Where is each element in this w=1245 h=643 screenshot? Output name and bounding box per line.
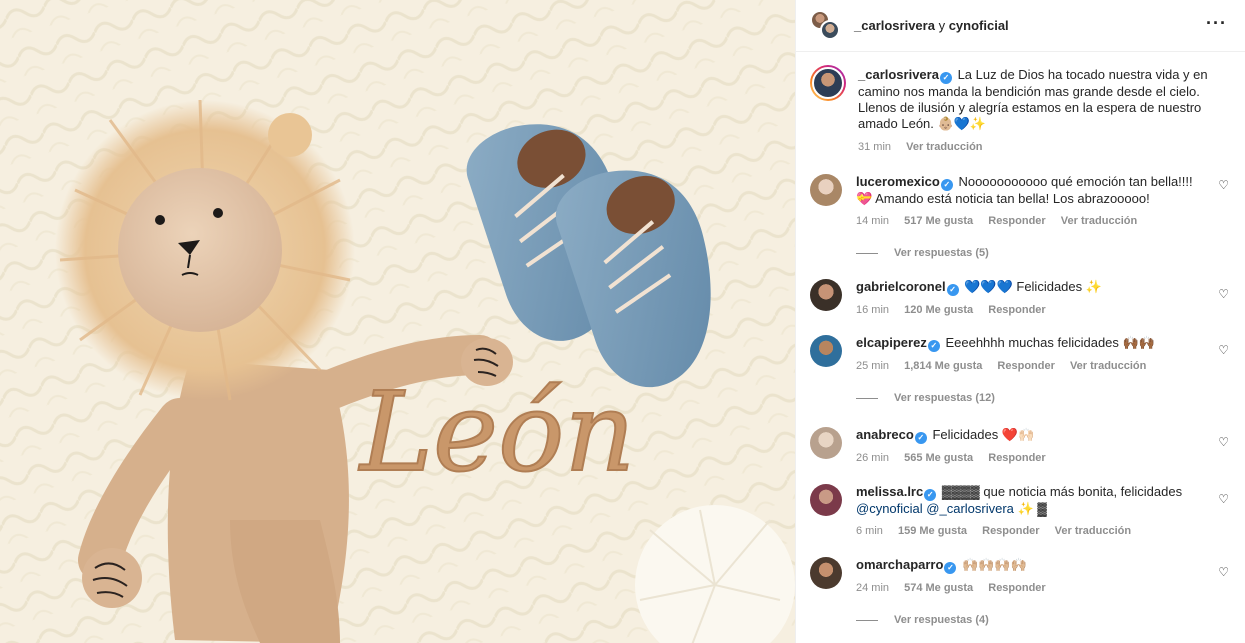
avatar[interactable] [810, 557, 842, 589]
avatar[interactable] [810, 427, 842, 459]
post-caption: _carlosrivera ✓ La Luz de Dios ha tocado … [810, 65, 1245, 153]
reply-button[interactable]: Responder [988, 582, 1045, 594]
comment-item: omarchaparro ✓ 🙌🏼🙌🏼🙌🏼🙌🏼 24 min 574 Me gus… [810, 557, 1245, 594]
caption-time[interactable]: 31 min [858, 141, 891, 153]
comment-likes[interactable]: 565 Me gusta [904, 452, 973, 464]
heart-icon[interactable]: ♡ [1218, 492, 1229, 506]
avatar[interactable] [810, 174, 842, 206]
collab-title: _carlosrivera y cynoficial [854, 18, 1009, 33]
comment-item: anabreco ✓ Felicidades ❤️🙌🏻 26 min 565 Me… [810, 427, 1245, 464]
comment-likes[interactable]: 517 Me gusta [904, 215, 973, 227]
comment-username[interactable]: omarchaparro [856, 557, 943, 572]
caption-username[interactable]: _carlosrivera [858, 67, 939, 82]
comment-text-end: ✨ ▓ [1017, 501, 1047, 516]
reply-button[interactable]: Responder [988, 452, 1045, 464]
comment-text: ▓▓▓▓ que noticia más bonita, felicidades [941, 484, 1183, 499]
comment-time[interactable]: 25 min [856, 360, 889, 372]
reply-button[interactable]: Responder [988, 304, 1045, 316]
header-username-1[interactable]: _carlosrivera [854, 18, 935, 33]
view-replies-label: Ver respuestas (12) [894, 392, 995, 404]
post-side-panel: _carlosrivera y cynoficial ··· _carlosri… [795, 0, 1245, 643]
comment-likes[interactable]: 1,814 Me gusta [904, 360, 982, 372]
avatar [812, 67, 844, 99]
embroidered-name: León [358, 368, 635, 496]
comment-item: elcapiperez ✓ Eeeehhhh muchas felicidades… [810, 335, 1245, 372]
comment-username[interactable]: melissa.lrc [856, 484, 923, 499]
comment-username[interactable]: luceromexico [856, 174, 940, 189]
view-replies[interactable]: Ver respuestas (12) [856, 392, 1245, 404]
verified-icon: ✓ [944, 562, 957, 574]
divider [856, 397, 878, 399]
comment-username[interactable]: anabreco [856, 427, 914, 442]
comment-text: 🙌🏼🙌🏼🙌🏼🙌🏼 [962, 557, 1027, 572]
avatar[interactable] [810, 279, 842, 311]
more-horizontal-icon[interactable]: ··· [1206, 14, 1227, 32]
translate-link[interactable]: Ver traducción [1070, 360, 1146, 372]
verified-icon: ✓ [927, 340, 940, 352]
collab-avatars[interactable] [810, 9, 842, 42]
comment-text: Felicidades ❤️🙌🏻 [932, 427, 1035, 442]
verified-icon: ✓ [946, 284, 959, 296]
header-joiner: y [938, 18, 946, 33]
comment-time[interactable]: 14 min [856, 215, 889, 227]
reply-button[interactable]: Responder [982, 525, 1039, 537]
header-username-2[interactable]: cynoficial [949, 18, 1009, 33]
divider [856, 252, 878, 254]
reply-button[interactable]: Responder [997, 360, 1054, 372]
verified-icon: ✓ [924, 489, 937, 501]
post-header: _carlosrivera y cynoficial ··· [796, 0, 1245, 52]
divider [856, 619, 878, 621]
avatar [820, 19, 840, 40]
avatar-story-ring[interactable] [810, 65, 846, 101]
comment-likes[interactable]: 159 Me gusta [898, 525, 967, 537]
comment-text: 💙💙💙 Felicidades ✨ [964, 279, 1102, 294]
heart-icon[interactable]: ♡ [1218, 178, 1229, 192]
comment-time[interactable]: 24 min [856, 582, 889, 594]
avatar[interactable] [810, 484, 842, 516]
translate-link[interactable]: Ver traducción [1055, 525, 1131, 537]
comment-time[interactable]: 26 min [856, 452, 889, 464]
heart-icon[interactable]: ♡ [1218, 565, 1229, 579]
avatar[interactable] [810, 335, 842, 367]
verified-icon: ✓ [914, 432, 927, 444]
comment-item: luceromexico ✓ Nooooooooooo qué emoción t… [810, 174, 1245, 227]
comment-likes[interactable]: 120 Me gusta [904, 304, 973, 316]
mention-link[interactable]: @_carlosrivera [926, 501, 1014, 516]
comment-text: Eeeehhhh muchas felicidades 🙌🏾🙌🏾 [945, 335, 1155, 350]
view-replies[interactable]: Ver respuestas (5) [856, 247, 1245, 259]
caption-emoji: 👶🏼💙✨ [937, 116, 987, 131]
comment-likes[interactable]: 574 Me gusta [904, 582, 973, 594]
heart-icon[interactable]: ♡ [1218, 287, 1229, 301]
comment-time[interactable]: 16 min [856, 304, 889, 316]
heart-icon[interactable]: ♡ [1218, 435, 1229, 449]
mention-link[interactable]: @cynoficial [856, 501, 923, 516]
verified-icon: ✓ [939, 72, 952, 84]
reply-button[interactable]: Responder [988, 215, 1045, 227]
post-image-illustration: León [0, 0, 795, 643]
translate-link[interactable]: Ver traducción [1061, 215, 1137, 227]
comment-item: melissa.lrc ✓ ▓▓▓▓ que noticia más bonita… [810, 484, 1245, 537]
comment-username[interactable]: gabrielcoronel [856, 279, 946, 294]
heart-icon[interactable]: ♡ [1218, 343, 1229, 357]
verified-icon: ✓ [940, 179, 953, 191]
comment-time[interactable]: 6 min [856, 525, 883, 537]
view-replies[interactable]: Ver respuestas (4) [856, 614, 1245, 626]
comments-list: _carlosrivera ✓ La Luz de Dios ha tocado … [796, 65, 1245, 626]
comment-username[interactable]: elcapiperez [856, 335, 927, 350]
comment-item: gabrielcoronel ✓ 💙💙💙 Felicidades ✨ 16 min… [810, 279, 1245, 316]
translate-link[interactable]: Ver traducción [906, 141, 982, 153]
post-photo[interactable]: León [0, 0, 795, 643]
view-replies-label: Ver respuestas (5) [894, 247, 989, 259]
view-replies-label: Ver respuestas (4) [894, 614, 989, 626]
